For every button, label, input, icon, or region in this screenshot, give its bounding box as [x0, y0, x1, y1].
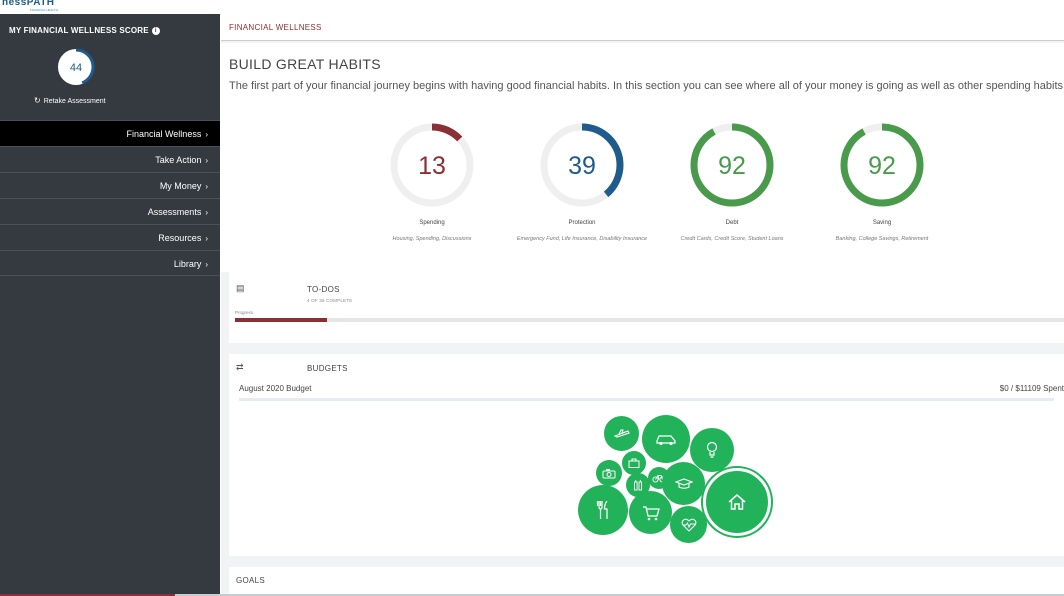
- gauge-sublabel: Housing, Spending, Discussions: [392, 236, 472, 242]
- sidebar-item-resources[interactable]: Resources ›: [0, 224, 220, 250]
- sidebar-item-assessments[interactable]: Assessments ›: [0, 198, 220, 224]
- score-title-text: MY FINANCIAL WELLNESS SCORE: [9, 26, 149, 35]
- budget-amount: $0 / $11109 Spent: [999, 384, 1064, 393]
- chevron-right-icon: ›: [205, 130, 208, 139]
- chevron-right-icon: ›: [205, 208, 208, 217]
- retake-label: Retake Assessment: [43, 98, 106, 105]
- budget-name: August 2020 Budget: [239, 384, 312, 393]
- logo: nessPATH: [2, 0, 55, 8]
- gauge-protection[interactable]: 39 Protection Emergency Fund, Life Insur…: [512, 120, 652, 245]
- top-bar: nessPATH FINANCIAL HEALTH: [0, 0, 1064, 15]
- transfer-icon: ⇄: [236, 362, 244, 372]
- habits-section: BUILD GREAT HABITS The first part of you…: [221, 43, 1064, 272]
- graduation-cap-icon[interactable]: [662, 462, 705, 505]
- budget-progress-bar: [239, 398, 1054, 401]
- car-icon[interactable]: [642, 415, 690, 463]
- gauge-saving[interactable]: 92 Saving Banking, College Savings, Reti…: [812, 120, 952, 245]
- progress-fill: [235, 318, 328, 322]
- gauge-label: Spending: [419, 220, 445, 226]
- goals-title: GOALS: [236, 576, 266, 585]
- breadcrumb: FINANCIAL WELLNESS: [221, 14, 1064, 41]
- gauge-value: 92: [718, 152, 746, 180]
- refresh-icon: ↻: [34, 96, 41, 105]
- budgets-panel[interactable]: ⇄ BUDGETS August 2020 Budget $0 / $11109…: [229, 354, 1064, 556]
- retake-assessment-button[interactable]: ↻ Retake Assessment: [34, 96, 106, 105]
- todos-subtitle: 4 OF 36 COMPLETE: [307, 298, 353, 303]
- menu-label: Take Action: [155, 155, 202, 165]
- menu-label: Financial Wellness: [126, 129, 202, 139]
- gauge-sublabel: Credit Cards, Credit Score, Student Loan…: [680, 236, 784, 242]
- gauge-debt[interactable]: 92 Debt Credit Cards, Credit Score, Stud…: [662, 120, 802, 245]
- house-icon[interactable]: [703, 468, 771, 536]
- gauge-value: 39: [568, 152, 596, 180]
- gauge-sublabel: Emergency Fund, Life Insurance, Disabili…: [516, 236, 648, 242]
- chevron-right-icon: ›: [205, 182, 208, 191]
- chevron-right-icon: ›: [205, 156, 208, 165]
- camera-icon[interactable]: [596, 460, 622, 486]
- gauge-label: Saving: [872, 220, 892, 226]
- menu-label: My Money: [159, 181, 202, 191]
- info-icon[interactable]: i: [151, 26, 160, 35]
- gauge-label: Debt: [725, 220, 739, 226]
- gauge-value: 92: [868, 152, 896, 180]
- gauge-sublabel: Banking, College Savings, Retirement: [835, 236, 929, 242]
- menu-label: Resources: [158, 233, 202, 243]
- sidebar-menu: Financial Wellness › Take Action › My Mone…: [0, 120, 220, 276]
- habits-title: BUILD GREAT HABITS: [229, 56, 381, 72]
- shopping-cart-icon[interactable]: [629, 491, 672, 534]
- sidebar-item-take-action[interactable]: Take Action ›: [0, 146, 220, 172]
- todos-title: TO-DOS: [307, 285, 340, 294]
- sidebar-item-library[interactable]: Library ›: [0, 250, 220, 276]
- lightbulb-icon[interactable]: [690, 428, 734, 472]
- logo-tagline: FINANCIAL HEALTH: [30, 8, 59, 12]
- menu-label: Assessments: [147, 207, 202, 217]
- chevron-right-icon: ›: [205, 260, 208, 269]
- progress-bar: [235, 318, 1064, 322]
- gauge-label: Protection: [568, 220, 596, 226]
- score-value: 44: [70, 62, 82, 74]
- main-content: FINANCIAL WELLNESS BUILD GREAT HABITS Th…: [221, 14, 1064, 596]
- gauge-value: 13: [418, 152, 446, 180]
- score-title: MY FINANCIAL WELLNESS SCORE i: [9, 26, 160, 35]
- sidebar: MY FINANCIAL WELLNESS SCORE i 44 ↻ Retake …: [0, 14, 220, 596]
- progress-label: Progress: [235, 310, 254, 315]
- briefcase-icon[interactable]: [622, 451, 646, 475]
- budgets-title: BUDGETS: [307, 364, 348, 373]
- airplane-icon[interactable]: [604, 416, 639, 451]
- menu-label: Library: [173, 259, 202, 269]
- chevron-right-icon: ›: [205, 234, 208, 243]
- sidebar-item-my-money[interactable]: My Money ›: [0, 172, 220, 198]
- goals-panel[interactable]: GOALS: [229, 567, 1064, 596]
- heartbeat-icon[interactable]: [670, 506, 707, 543]
- habits-description: The first part of your financial journey…: [229, 80, 1064, 92]
- list-icon: ▤: [236, 283, 245, 293]
- todos-panel[interactable]: ▤ TO-DOS 4 OF 36 COMPLETE Progress: [229, 271, 1064, 343]
- utensils-icon[interactable]: [578, 485, 628, 535]
- score-ring: 44: [56, 47, 96, 92]
- gauge-spending[interactable]: 13 Spending Housing, Spending, Discussio…: [362, 120, 502, 245]
- sidebar-item-financial-wellness[interactable]: Financial Wellness ›: [0, 120, 220, 146]
